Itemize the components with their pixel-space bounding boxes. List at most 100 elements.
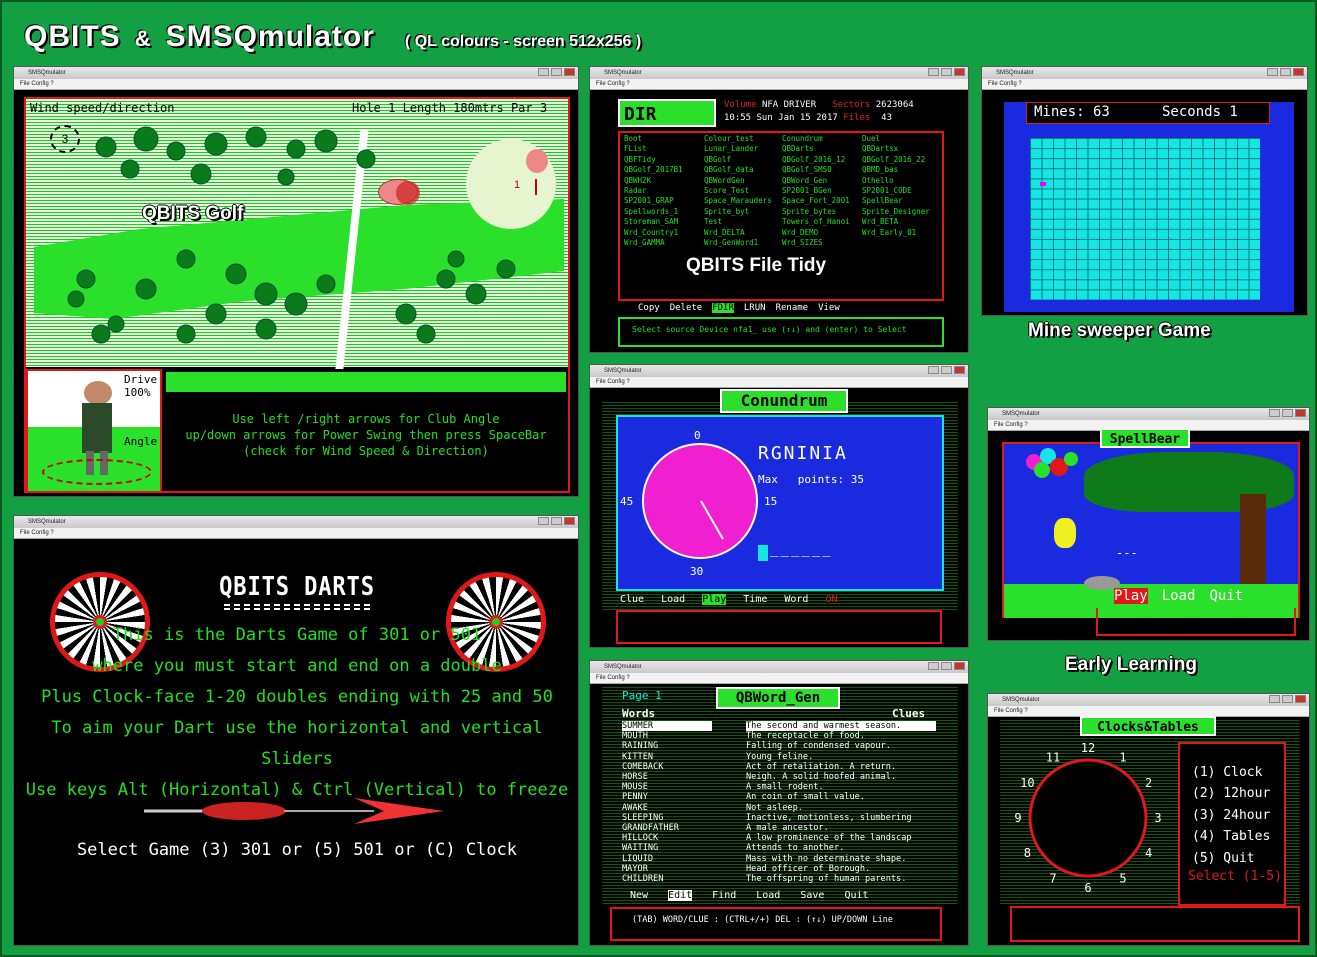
window-menu[interactable]: File Config ? [982,79,1307,90]
qbword-menu-item[interactable]: Find [712,890,736,901]
conundrum-menu-item[interactable]: ON [825,594,837,605]
darts-window[interactable]: SMSQmulator File Config ? QBITS DARTS Th… [13,515,579,946]
spellbear-menu[interactable]: Play Load Quit [1114,588,1243,604]
spellbear-menu-item[interactable]: Quit [1209,588,1243,604]
clock-option[interactable]: (3) 24hour [1192,805,1284,826]
file-item[interactable]: QBWord_Gen [782,176,850,186]
qbword-window[interactable]: SMSQmulator File Config ? Page 1 QBWord_… [589,660,969,946]
conundrum-menu-item[interactable]: Play [702,594,727,605]
filetidy-menu-item[interactable]: LRUN [744,303,766,313]
clue-item[interactable]: Neigh. A solid hoofed animal. [746,772,936,782]
window-menu[interactable]: File Config ? [14,79,578,90]
close-button[interactable] [564,517,575,525]
file-item[interactable]: SP2001_CODE [862,186,930,196]
clue-item[interactable]: A male ancestor. [746,823,936,833]
file-item[interactable]: Sprite_Designer [862,207,930,217]
window-titlebar[interactable]: SMSQmulator [14,67,578,79]
window-titlebar[interactable]: SMSQmulator [14,516,578,528]
word-item[interactable]: GRANDFATHER [622,823,712,833]
file-item[interactable]: Colour_test [704,134,772,144]
window-titlebar[interactable]: SMSQmulator [988,694,1309,706]
conundrum-menu-item[interactable]: Load [661,594,685,605]
spellbear-window[interactable]: SMSQmulator File Config ? --- SpellBear … [987,407,1310,641]
window-titlebar[interactable]: SMSQmulator [590,661,968,673]
file-item[interactable]: Wrd_SIZES [782,238,850,248]
file-item[interactable]: QBDartsx [862,144,930,154]
word-item[interactable]: LIQUID [622,854,712,864]
file-item[interactable]: FList [624,144,683,154]
word-item[interactable]: MAYOR [622,864,712,874]
clock-window[interactable]: SMSQmulator File Config ? Clocks&Tables … [987,693,1310,946]
file-item[interactable]: QBMD_bas [862,165,930,175]
filetidy-menu[interactable]: Copy Delete FDIR LRUN Rename View [638,303,840,313]
clue-item[interactable]: The second and warmest season. [746,721,936,732]
word-item[interactable]: COMEBACK [622,762,712,772]
conundrum-menu-item[interactable]: Clue [620,594,644,605]
window-menu[interactable]: File Config ? [590,79,968,90]
clue-item[interactable]: Inactive, motionless, slumbering [746,813,936,823]
file-item[interactable]: QBGolf_2016_22 [862,155,930,165]
file-list[interactable]: Boot FList QBFTidy QBGolf_2017B1 QBWH2K Radar… [618,131,944,301]
file-item[interactable]: Boot [624,134,683,144]
file-item[interactable]: Test [704,217,772,227]
answer-blanks[interactable]: ______ [770,541,833,557]
file-item[interactable]: Wrd_BETA [862,217,930,227]
filetidy-menu-item[interactable]: Copy [638,303,660,313]
conundrum-window[interactable]: SMSQmulator File Config ? Conundrum 0 15… [589,364,969,648]
filetidy-menu-item[interactable]: View [818,303,840,313]
conundrum-menu-item[interactable]: Word [784,594,808,605]
filetidy-menu-item[interactable]: FDIR [712,303,734,313]
file-item[interactable]: SP2001_BGen [782,186,850,196]
word-item[interactable]: SLEEPING [622,813,712,823]
file-item[interactable]: QBGolf_SMS0 [782,165,850,175]
words-list[interactable]: SUMMER MOUTH RAINING KITTEN COMEBACK HORSE MOU… [622,721,712,884]
word-item[interactable]: RAINING [622,741,712,751]
clue-item[interactable]: Act of retaliation. A return. [746,762,936,772]
qbword-menu[interactable]: New Edit Find Load Save Quit [630,890,869,901]
file-item[interactable]: Spellwords_1 [624,207,683,217]
qbword-menu-item[interactable]: Edit [668,890,693,901]
file-item[interactable]: Conundrum [782,134,850,144]
spellbear-menu-item[interactable]: Load [1162,588,1196,604]
window-titlebar[interactable]: SMSQmulator [590,365,968,377]
word-item[interactable]: KITTEN [622,752,712,762]
filetidy-menu-item[interactable]: Rename [776,303,809,313]
word-item[interactable]: MOUTH [622,731,712,741]
file-item[interactable]: Othello [862,176,930,186]
file-item[interactable]: Wrd_Early_01 [862,228,930,238]
file-item[interactable]: QBFTidy [624,155,683,165]
word-item[interactable]: HILLOCK [622,833,712,843]
file-item[interactable]: QBGolf_data [704,165,772,175]
maximize-button[interactable] [551,68,562,76]
file-item[interactable]: SpellBear [862,196,930,206]
qbword-menu-item[interactable]: Save [800,890,824,901]
clue-item[interactable]: Mass with no determinate shape. [746,854,936,864]
golf-window[interactable]: SMSQmulator File Config ? Wind speed/dir… [13,66,579,497]
file-item[interactable]: Sprite_bytes [782,207,850,217]
window-titlebar[interactable]: SMSQmulator [988,408,1309,420]
file-item[interactable]: Wrd_DELTA [704,228,772,238]
filetidy-window[interactable]: SMSQmulator File Config ? DIR nfa1_ Volu… [589,66,969,353]
clue-item[interactable]: A small rodent. [746,782,936,792]
file-item[interactable]: Storeman_SAM [624,217,683,227]
file-item[interactable]: Radar [624,186,683,196]
word-item[interactable]: SUMMER [622,721,712,732]
golf-screen[interactable]: Wind speed/direction Hole 1 Length 180mt… [24,97,570,493]
window-menu[interactable]: File Config ? [590,673,968,684]
file-item[interactable]: Wrd_DEMO [782,228,850,238]
window-titlebar[interactable]: SMSQmulator [982,67,1307,79]
mines-grid[interactable] [1030,138,1260,300]
conundrum-menu[interactable]: Clue Load Play Time Word ON [620,594,960,605]
window-menu[interactable]: File Config ? [14,528,578,539]
file-item[interactable]: Duel [862,134,930,144]
clock-option[interactable]: (1) Clock [1192,762,1284,783]
clue-item[interactable]: An coin of small value. [746,792,936,802]
word-item[interactable]: CHILDREN [622,874,712,884]
clue-item[interactable]: The receptacle of food. [746,731,936,741]
clock-input[interactable] [1010,906,1300,942]
window-menu[interactable]: File Config ? [590,377,968,388]
file-item[interactable]: QBGolf_2017B1 [624,165,683,175]
qbword-menu-item[interactable]: Quit [844,890,868,901]
clue-item[interactable]: Falling of condensed vapour. [746,741,936,751]
clue-item[interactable]: Head officer of Borough. [746,864,936,874]
